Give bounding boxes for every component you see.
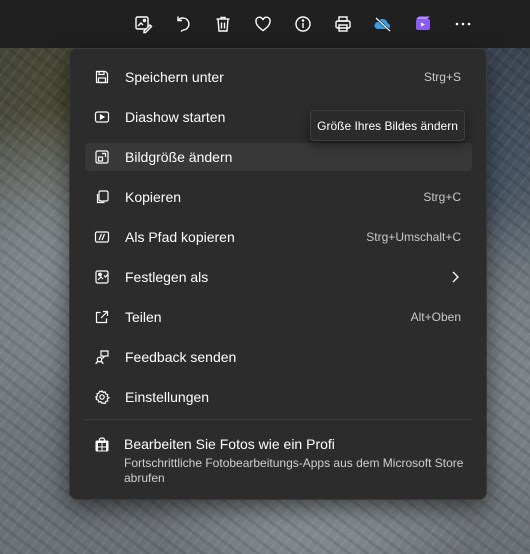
edit-image-button[interactable] xyxy=(127,8,159,40)
promo-title: Bearbeiten Sie Fotos wie ein Profi xyxy=(124,436,335,452)
settings-icon xyxy=(94,389,110,405)
promo-description: Fortschrittliche Fotobearbeitungs-Apps a… xyxy=(124,456,464,485)
chevron-right-icon xyxy=(452,271,459,283)
menu-item-save-as[interactable]: Speichern unter Strg+S xyxy=(85,63,472,91)
feedback-icon xyxy=(94,349,110,365)
menu-item-label: Diashow starten xyxy=(125,109,226,125)
copy-icon xyxy=(94,189,110,205)
copy-path-icon xyxy=(94,229,110,245)
menu-item-label: Speichern unter xyxy=(125,69,224,85)
onedrive-button[interactable] xyxy=(367,8,399,40)
rotate-icon xyxy=(177,16,190,33)
edit-image-icon xyxy=(135,16,153,34)
info-icon xyxy=(295,16,311,32)
menu-item-copy-path[interactable]: Als Pfad kopieren Strg+Umschalt+C xyxy=(85,223,472,251)
delete-button[interactable] xyxy=(207,8,239,40)
menu-separator xyxy=(85,419,472,420)
menu-item-shortcut: Strg+S xyxy=(423,70,461,84)
menu-item-label: Bildgröße ändern xyxy=(125,149,233,165)
menu-item-shortcut: Alt+Oben xyxy=(410,310,461,324)
menu-item-label: Festlegen als xyxy=(125,269,209,285)
menu-item-label: Feedback senden xyxy=(125,349,237,365)
menu-item-label: Kopieren xyxy=(125,189,182,205)
delete-icon xyxy=(216,16,230,32)
clipchamp-icon xyxy=(416,16,430,30)
rotate-button[interactable] xyxy=(167,8,199,40)
menu-item-copy[interactable]: Kopieren Strg+C xyxy=(85,183,472,211)
favorite-heart-icon xyxy=(255,16,271,32)
menu-item-resize[interactable]: Bildgröße ändern xyxy=(85,143,472,171)
menu-item-label: Einstellungen xyxy=(125,389,210,405)
menu-item-label: Als Pfad kopieren xyxy=(125,229,235,245)
print-icon xyxy=(335,16,351,32)
menu-item-label: Teilen xyxy=(125,309,162,325)
tooltip: Größe Ihres Bildes ändern xyxy=(310,110,465,141)
info-button[interactable] xyxy=(287,8,319,40)
more-options-button[interactable] xyxy=(447,8,479,40)
clipchamp-button[interactable] xyxy=(407,8,439,40)
set-as-icon xyxy=(94,269,110,285)
menu-item-set-as[interactable]: Festlegen als xyxy=(85,263,472,291)
menu-item-share[interactable]: Teilen Alt+Oben xyxy=(85,303,472,331)
save-icon xyxy=(94,69,110,85)
more-options-icon xyxy=(455,22,471,26)
menu-item-settings[interactable]: Einstellungen xyxy=(85,383,472,411)
print-button[interactable] xyxy=(327,8,359,40)
onedrive-cloud-icon xyxy=(374,17,391,32)
menu-item-feedback[interactable]: Feedback senden xyxy=(85,343,472,371)
favorite-button[interactable] xyxy=(247,8,279,40)
menu-item-shortcut: Strg+Umschalt+C xyxy=(366,230,461,244)
menu-item-store-promo[interactable]: Bearbeiten Sie Fotos wie ein Profi Forts… xyxy=(85,429,472,489)
store-icon xyxy=(94,437,110,453)
slideshow-icon xyxy=(94,109,110,125)
top-toolbar xyxy=(0,0,530,48)
menu-item-shortcut: Strg+C xyxy=(423,190,461,204)
share-icon xyxy=(94,309,110,325)
resize-icon xyxy=(94,149,110,165)
